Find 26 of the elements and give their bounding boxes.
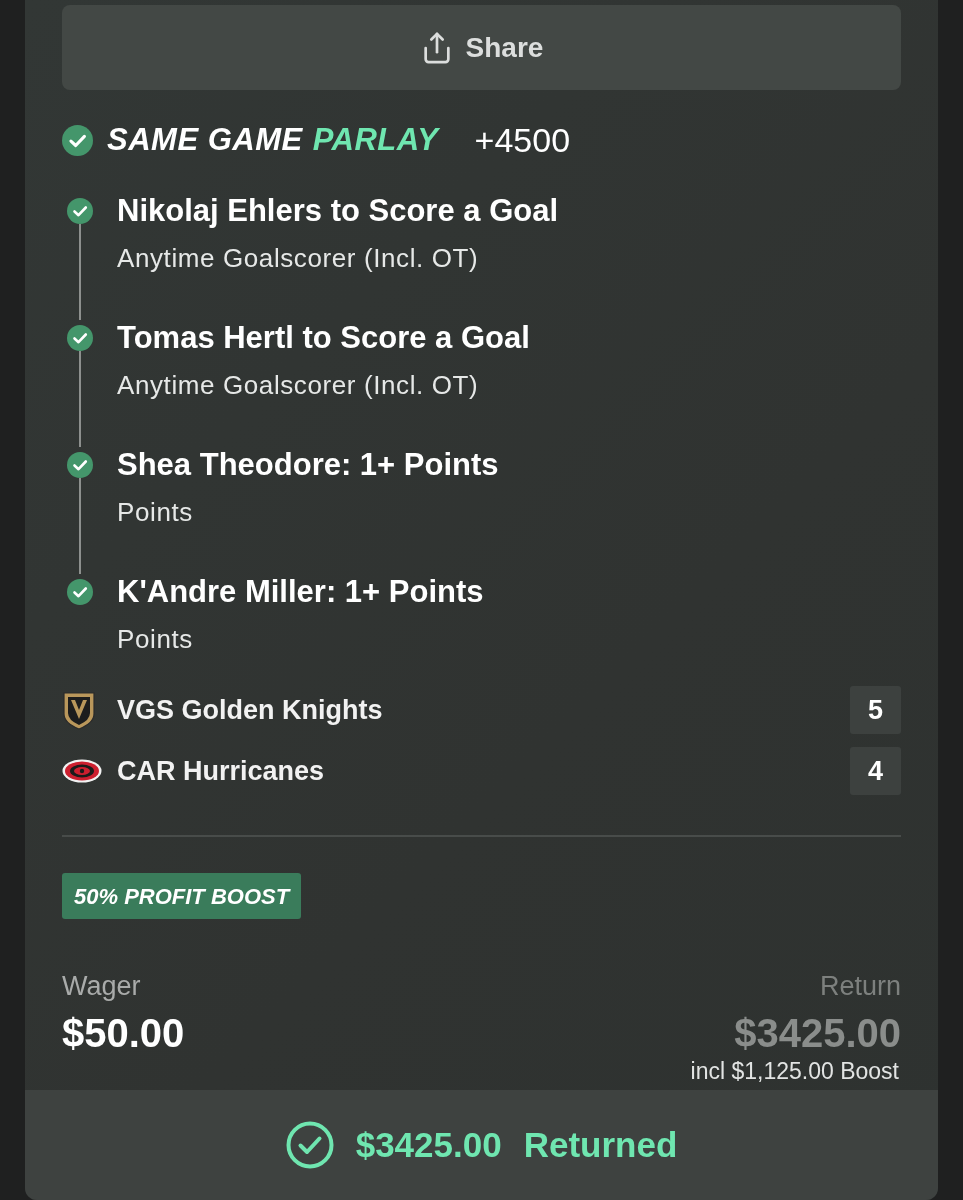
market-label: Anytime Goalscorer (Incl. OT) [117,242,480,275]
v-shield-icon [62,690,96,730]
team-name: VGS Golden Knights [117,693,383,727]
team-score: 4 [850,747,901,795]
selection-title: Nikolaj Ehlers to Score a Goal [117,193,559,229]
bet-type-accent: PARLAY [312,120,439,159]
wager-amount: $50.00 [62,1011,185,1055]
return-amount: $3425.00 [734,1011,901,1055]
team-name: CAR Hurricanes [117,754,325,788]
profit-boost-badge: 50% PROFIT BOOST [62,873,302,919]
boost-note: incl $1,125.00 Boost [690,1058,899,1084]
market-label: Points [117,623,194,656]
returned-amount: $3425.00 [355,1123,502,1166]
team-score: 5 [850,686,901,734]
share-button[interactable]: Share [62,5,901,90]
market-label: Points [117,496,194,529]
oval-rings-icon [62,759,102,783]
selection-title: K'Andre Miller: 1+ Points [117,574,484,610]
selection-title: Shea Theodore: 1+ Points [117,447,499,483]
odds-label: +4500 [474,119,571,161]
return-label: Return [819,971,901,1001]
bet-type-title: SAME GAME [107,120,303,159]
selection-title: Tomas Hertl to Score a Goal [117,320,530,356]
wager-label: Wager [62,971,142,1001]
returned-label: Returned [523,1123,678,1166]
market-label: Anytime Goalscorer (Incl. OT) [117,369,480,402]
